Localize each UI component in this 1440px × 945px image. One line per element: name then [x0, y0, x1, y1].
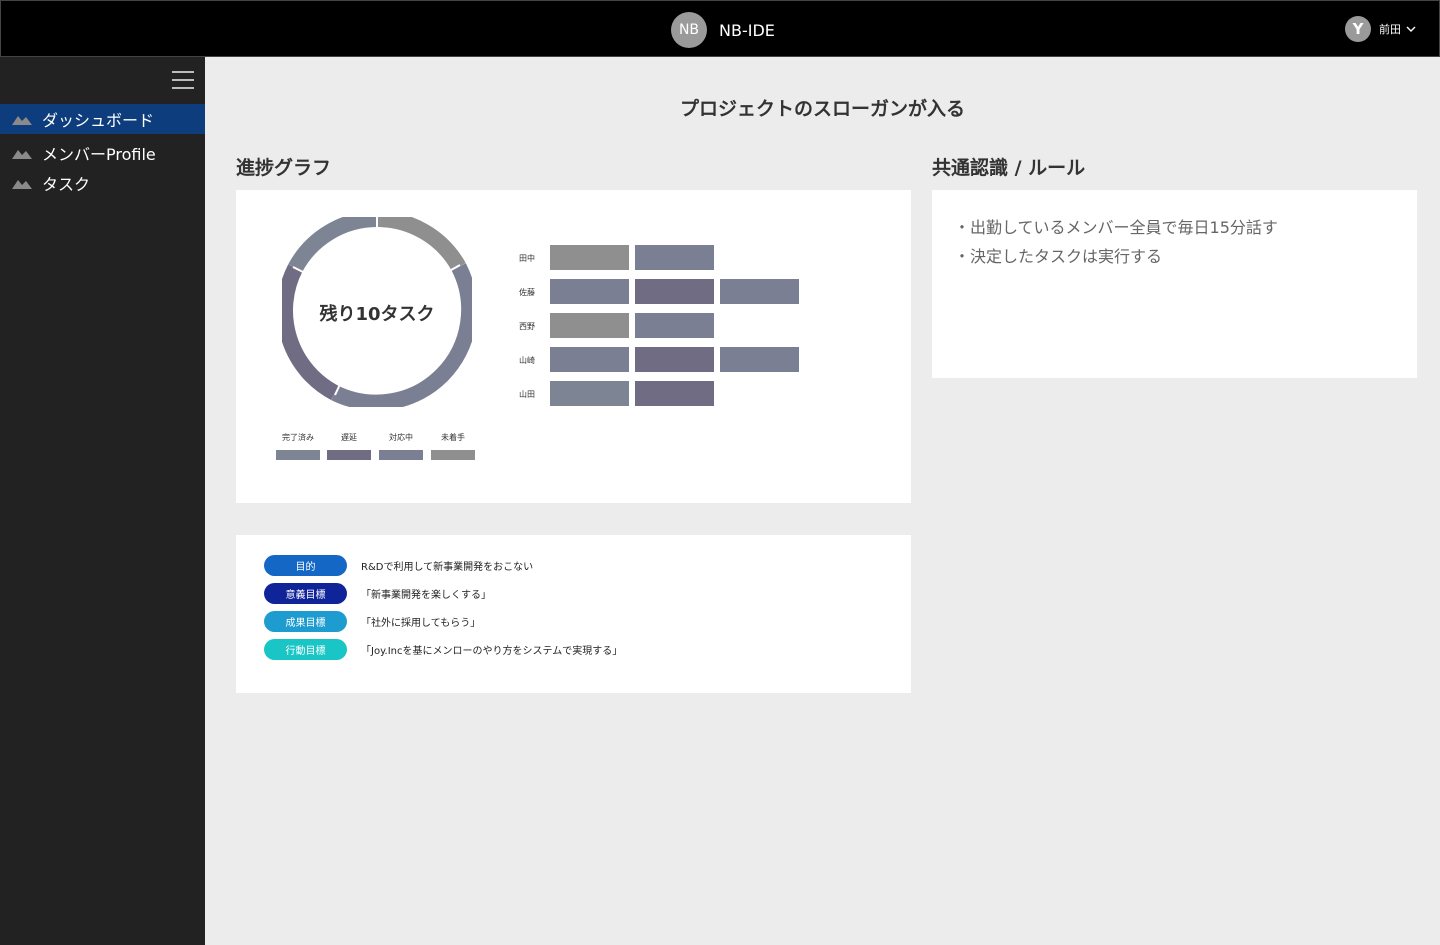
goal-text: 「Joy.Incを基にメンローのやり方をシステムで実現する」	[361, 646, 623, 657]
task-bar[interactable]	[635, 313, 714, 338]
donut-segment-in-progress	[331, 263, 472, 407]
donut-center-label: 残り10タスク	[319, 304, 435, 325]
task-bar[interactable]	[550, 279, 629, 304]
project-slogan: プロジェクトのスローガンが入る	[679, 98, 965, 120]
member-label: 西野	[519, 322, 535, 331]
goal-text: R&Dで利用して新事業開発をおこない	[361, 562, 534, 573]
goal-row-outcome: 成果目標 「社外に採用してもらう」	[264, 611, 480, 632]
legend-label: 未着手	[441, 433, 465, 442]
sidebar-item-member-profile[interactable]: メンバーProfile	[0, 138, 205, 168]
sidebar-item-dashboard[interactable]: ダッシュボード	[0, 104, 205, 134]
goals-panel: 目的 R&Dで利用して新事業開発をおこない 意義目標 「新事業開発を楽しくする」…	[236, 535, 911, 693]
app-name: NB-IDE	[719, 20, 775, 40]
chevron-down-icon	[1406, 26, 1416, 32]
top-header: NB NB-IDE Y 前田	[0, 0, 1440, 57]
task-bar[interactable]	[550, 313, 629, 338]
legend-label: 完了済み	[282, 433, 314, 442]
task-bar[interactable]	[635, 279, 714, 304]
legend-swatch	[379, 450, 423, 460]
mountain-icon	[12, 180, 32, 189]
sidebar-item-label: メンバーProfile	[42, 145, 156, 164]
legend-swatch	[431, 450, 475, 460]
member-label: 佐藤	[519, 288, 535, 297]
goal-badge: 成果目標	[264, 611, 347, 632]
donut-segment-not-started	[376, 217, 466, 271]
goal-badge: 目的	[264, 555, 347, 576]
legend-item-done: 完了済み	[276, 432, 320, 460]
rule-item: ・決定したタスクは実行する	[954, 247, 1163, 266]
legend-item-not-started: 未着手	[431, 432, 475, 460]
goal-text: 「社外に採用してもらう」	[361, 618, 481, 629]
task-bar[interactable]	[550, 381, 629, 406]
legend-label: 遅延	[341, 433, 357, 442]
mountain-icon	[12, 150, 32, 159]
task-bar[interactable]	[635, 245, 714, 270]
task-bar[interactable]	[635, 347, 714, 372]
donut-segment-done	[288, 217, 378, 272]
mountain-icon	[12, 116, 32, 125]
goal-row-action: 行動目標 「Joy.Incを基にメンローのやり方をシステムで実現する」	[264, 639, 622, 660]
rules-panel: ・出勤しているメンバー全員で毎日15分話す ・決定したタスクは実行する	[932, 190, 1417, 378]
sidebar: ダッシュボード メンバーProfile タスク	[0, 57, 205, 945]
user-avatar: Y	[1345, 16, 1371, 42]
sidebar-item-tasks[interactable]: タスク	[0, 168, 205, 198]
sidebar-item-label: ダッシュボード	[42, 111, 155, 130]
goal-text: 「新事業開発を楽しくする」	[361, 590, 491, 601]
rules-title: 共通認識 / ルール	[932, 157, 1086, 179]
goal-badge: 意義目標	[264, 583, 347, 604]
goal-row-significance: 意義目標 「新事業開発を楽しくする」	[264, 583, 491, 604]
member-label: 山崎	[519, 356, 535, 365]
goal-row-purpose: 目的 R&Dで利用して新事業開発をおこない	[264, 555, 533, 576]
task-bar[interactable]	[550, 245, 629, 270]
logo: NB	[671, 12, 707, 48]
rule-item: ・出勤しているメンバー全員で毎日15分話す	[954, 218, 1278, 237]
donut-segment-delayed	[282, 264, 339, 400]
brand[interactable]: NB NB-IDE	[671, 12, 775, 48]
task-bar[interactable]	[550, 347, 629, 372]
legend-swatch	[327, 450, 371, 460]
goal-badge: 行動目標	[264, 639, 347, 660]
progress-title: 進捗グラフ	[236, 157, 332, 179]
legend-item-in-progress: 対応中	[379, 432, 423, 460]
legend-label: 対応中	[389, 433, 413, 442]
legend-item-delayed: 遅延	[327, 432, 371, 460]
task-bar[interactable]	[635, 381, 714, 406]
task-bar[interactable]	[720, 279, 799, 304]
member-label: 山田	[519, 390, 535, 399]
hamburger-icon[interactable]	[172, 71, 194, 89]
member-label: 田中	[519, 254, 535, 263]
task-bar[interactable]	[720, 347, 799, 372]
progress-panel: 残り10タスク 完了済み 遅延 対応中 未着手 田中 佐藤 西野 山崎 山田	[236, 190, 911, 503]
legend-swatch	[276, 450, 320, 460]
sidebar-item-label: タスク	[42, 175, 91, 194]
user-menu[interactable]: Y 前田	[1345, 16, 1417, 42]
user-name: 前田	[1379, 23, 1401, 36]
